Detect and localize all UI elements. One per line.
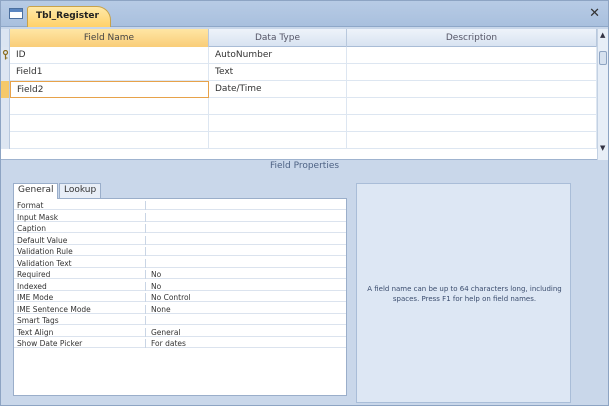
row-selector[interactable] (1, 81, 10, 98)
help-text: A field name can be up to 64 characters … (367, 285, 562, 303)
data-type-cell[interactable] (209, 98, 347, 115)
property-label: Show Date Picker (14, 339, 146, 349)
property-label: Smart Tags (14, 316, 146, 326)
property-value[interactable] (148, 259, 344, 268)
field-name-cell[interactable]: ID (10, 47, 209, 64)
grid-vertical-scrollbar[interactable]: ▲ ▼ (597, 29, 608, 160)
data-type-cell[interactable]: Text (209, 64, 347, 81)
property-label: Validation Rule (14, 247, 146, 257)
column-header-description[interactable]: Description (347, 29, 597, 47)
key-icon (2, 50, 9, 60)
select-all-corner[interactable] (1, 29, 10, 47)
property-value[interactable]: None (148, 305, 344, 314)
field-properties-pane: General Lookup Format Input Mask Caption… (5, 175, 605, 405)
property-value[interactable] (148, 247, 344, 256)
property-row[interactable]: IME Mode No Control (14, 293, 346, 303)
description-cell[interactable] (347, 115, 597, 132)
close-icon[interactable]: ✕ (589, 6, 600, 21)
property-value[interactable]: No (148, 282, 344, 291)
field-name-cell[interactable] (10, 132, 209, 149)
property-value[interactable] (148, 201, 344, 210)
description-cell[interactable] (347, 98, 597, 115)
property-row[interactable]: Indexed No (14, 281, 346, 291)
property-value[interactable] (148, 236, 344, 245)
empty-row[interactable] (1, 98, 597, 115)
field-properties-title: Field Properties (1, 160, 608, 173)
data-type-cell[interactable]: Date/Time (209, 81, 347, 98)
row-selector[interactable] (1, 115, 10, 132)
row-selector[interactable] (1, 132, 10, 149)
data-type-cell[interactable] (209, 115, 347, 132)
property-row[interactable]: Show Date Picker For dates (14, 339, 346, 349)
scroll-thumb[interactable] (599, 51, 607, 65)
scroll-up-icon[interactable]: ▲ (600, 31, 605, 39)
property-label: Indexed (14, 281, 146, 291)
table-design-window: Tbl_Register ✕ Field Name Data Type Desc… (0, 0, 609, 406)
row-selector[interactable] (1, 47, 10, 64)
property-row[interactable]: IME Sentence Mode None (14, 304, 346, 314)
property-value[interactable]: General (148, 328, 344, 337)
property-label: Validation Text (14, 258, 146, 268)
table-row[interactable]: ID AutoNumber (1, 47, 597, 64)
property-row[interactable]: Input Mask (14, 212, 346, 222)
field-design-grid: Field Name Data Type Description ID Auto… (1, 29, 608, 160)
property-row[interactable]: Caption (14, 224, 346, 234)
property-row[interactable]: Smart Tags (14, 316, 346, 326)
document-tab-strip: Tbl_Register ✕ (1, 1, 608, 27)
properties-panel: General Lookup Format Input Mask Caption… (5, 175, 349, 403)
column-header-data-type[interactable]: Data Type (209, 29, 347, 47)
property-label: Required (14, 270, 146, 280)
property-label: Format (14, 201, 146, 211)
property-value[interactable] (148, 224, 344, 233)
table-row[interactable]: Field1 Text (1, 64, 597, 81)
row-selector[interactable] (1, 98, 10, 115)
field-name-cell[interactable] (10, 115, 209, 132)
row-selector[interactable] (1, 64, 10, 81)
data-type-cell[interactable] (209, 132, 347, 149)
property-label: IME Sentence Mode (14, 304, 146, 314)
field-name-cell[interactable] (10, 98, 209, 115)
properties-table: Format Input Mask Caption Default Value … (13, 198, 347, 396)
property-value[interactable] (148, 316, 344, 325)
description-cell[interactable] (347, 132, 597, 149)
field-name-cell[interactable]: Field1 (10, 64, 209, 81)
description-cell[interactable] (347, 64, 597, 81)
data-type-cell[interactable]: AutoNumber (209, 47, 347, 64)
property-value[interactable] (148, 213, 344, 222)
property-label: Default Value (14, 235, 146, 245)
property-value[interactable]: For dates (148, 339, 344, 348)
property-value[interactable]: No Control (148, 293, 344, 302)
scroll-down-icon[interactable]: ▼ (600, 144, 605, 152)
property-label: Text Align (14, 327, 146, 337)
tab-lookup[interactable]: Lookup (59, 183, 102, 198)
empty-row[interactable] (1, 132, 597, 149)
property-help-panel: A field name can be up to 64 characters … (356, 183, 571, 403)
property-row[interactable]: Validation Text (14, 258, 346, 268)
description-cell[interactable] (347, 47, 597, 64)
property-label: Input Mask (14, 212, 146, 222)
property-value[interactable]: No (148, 270, 344, 279)
field-name-input[interactable]: Field2 (10, 81, 209, 98)
property-row[interactable]: Default Value (14, 235, 346, 245)
property-row[interactable]: Required No (14, 270, 346, 280)
property-label: IME Mode (14, 293, 146, 303)
tab-tbl-register[interactable]: Tbl_Register (27, 6, 111, 27)
property-label: Caption (14, 224, 146, 234)
grid-header: Field Name Data Type Description (1, 29, 597, 47)
table-row-active[interactable]: Field2 Date/Time (1, 81, 597, 98)
property-row[interactable]: Format (14, 201, 346, 211)
table-icon (9, 8, 23, 19)
empty-row[interactable] (1, 115, 597, 132)
column-header-field-name[interactable]: Field Name (10, 29, 209, 47)
tab-general[interactable]: General (13, 183, 59, 199)
property-row[interactable]: Validation Rule (14, 247, 346, 257)
property-row[interactable]: Text Align General (14, 327, 346, 337)
description-cell[interactable] (347, 81, 597, 98)
